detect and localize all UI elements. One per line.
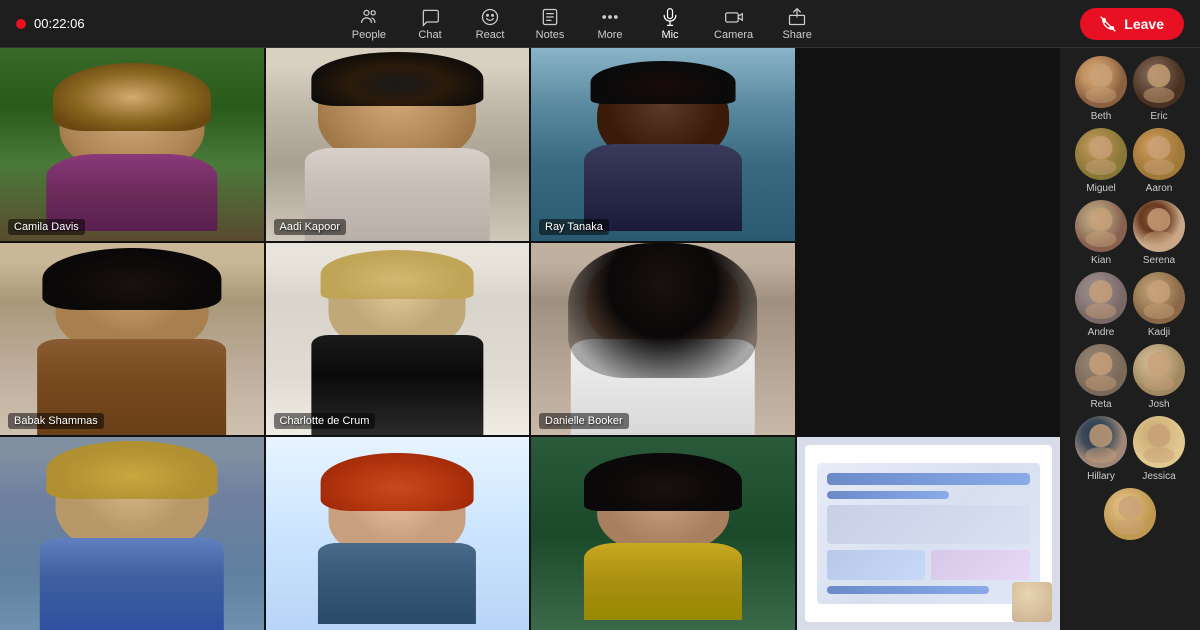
camera-icon — [724, 7, 744, 27]
mic-label: Mic — [661, 29, 678, 41]
sidebar-participant-kadji[interactable]: Kadji — [1133, 272, 1185, 338]
notes-label: Notes — [536, 29, 565, 41]
participant-camila[interactable]: Camila Davis — [0, 48, 264, 241]
participant-empty-mid — [797, 243, 1061, 436]
sidebar-participant-reta[interactable]: Reta — [1075, 344, 1127, 410]
sidebar-name-josh: Josh — [1148, 399, 1169, 410]
sidebar-name-kadji: Kadji — [1148, 327, 1170, 338]
share-label: Share — [782, 29, 811, 41]
charlotte-label: Charlotte de Crum — [274, 413, 376, 429]
sidebar-name-jessica: Jessica — [1142, 471, 1175, 482]
people-icon — [359, 7, 379, 27]
participant-danielle[interactable]: Danielle Booker — [531, 243, 795, 436]
sidebar-participant-eric[interactable]: Eric — [1133, 56, 1185, 122]
sidebar-participant-aaron[interactable]: Aaron — [1133, 128, 1185, 194]
sidebar-participant-josh[interactable]: Josh — [1133, 344, 1185, 410]
toolbar: People Chat React Notes — [342, 3, 823, 45]
avatar-josh — [1133, 344, 1185, 396]
sidebar-participant-extra[interactable] — [1104, 488, 1156, 540]
avatar-extra — [1104, 488, 1156, 540]
avatar-kadji — [1133, 272, 1185, 324]
sidebar-name-miguel: Miguel — [1086, 183, 1115, 194]
people-button[interactable]: People — [342, 3, 396, 45]
avatar-miguel — [1075, 128, 1127, 180]
main-content: Camila Davis Aadi Kapoor Ray Tanaka Baba… — [0, 48, 1200, 630]
sidebar-name-hillary: Hillary — [1087, 471, 1115, 482]
participant-aadi[interactable]: Aadi Kapoor — [266, 48, 530, 241]
avatar-jessica — [1133, 416, 1185, 468]
chat-label: Chat — [418, 29, 441, 41]
sidebar-pair-4: Reta Josh — [1060, 344, 1200, 410]
notes-button[interactable]: Notes — [524, 3, 576, 45]
extra-thumbnail — [1012, 582, 1052, 622]
mic-icon — [660, 7, 680, 27]
sidebar-participant-serena[interactable]: Serena — [1133, 200, 1185, 266]
camera-label: Camera — [714, 29, 753, 41]
participant-p7[interactable] — [0, 437, 264, 630]
leave-phone-icon — [1100, 16, 1116, 32]
react-label: React — [476, 29, 505, 41]
chat-icon — [420, 7, 440, 27]
participant-p9[interactable] — [531, 437, 795, 630]
leave-label: Leave — [1124, 16, 1164, 32]
react-icon — [480, 7, 500, 27]
chat-button[interactable]: Chat — [404, 3, 456, 45]
avatar-hillary — [1075, 416, 1127, 468]
avatar-kian — [1075, 200, 1127, 252]
danielle-label: Danielle Booker — [539, 413, 629, 429]
right-sidebar: Beth Eric Miguel Aaron Kian — [1060, 48, 1200, 630]
sidebar-participant-beth[interactable]: Beth — [1075, 56, 1127, 122]
sidebar-name-aaron: Aaron — [1146, 183, 1173, 194]
camila-label: Camila Davis — [8, 219, 85, 235]
avatar-serena — [1133, 200, 1185, 252]
share-button[interactable]: Share — [771, 3, 823, 45]
participant-screen[interactable] — [797, 437, 1061, 630]
people-label: People — [352, 29, 386, 41]
top-bar: 00:22:06 People Chat — [0, 0, 1200, 48]
share-icon — [787, 7, 807, 27]
sidebar-pair-6 — [1060, 488, 1200, 540]
more-icon — [600, 7, 620, 27]
aadi-label: Aadi Kapoor — [274, 219, 347, 235]
participant-babak[interactable]: Babak Shammas — [0, 243, 264, 436]
sidebar-name-reta: Reta — [1090, 399, 1111, 410]
participant-empty-top — [797, 48, 1061, 241]
video-grid: Camila Davis Aadi Kapoor Ray Tanaka Baba… — [0, 48, 1060, 630]
avatar-andre — [1075, 272, 1127, 324]
sidebar-pair-2: Kian Serena — [1060, 200, 1200, 266]
sidebar-name-andre: Andre — [1088, 327, 1115, 338]
sidebar-name-eric: Eric — [1150, 111, 1167, 122]
sidebar-name-kian: Kian — [1091, 255, 1111, 266]
avatar-reta — [1075, 344, 1127, 396]
recording-time: 00:22:06 — [34, 16, 85, 31]
sidebar-participant-hillary[interactable]: Hillary — [1075, 416, 1127, 482]
sidebar-participant-kian[interactable]: Kian — [1075, 200, 1127, 266]
sidebar-pair-0: Beth Eric — [1060, 56, 1200, 122]
recording-indicator: 00:22:06 — [16, 16, 85, 31]
avatar-eric — [1133, 56, 1185, 108]
avatar-beth — [1075, 56, 1127, 108]
participant-ray[interactable]: Ray Tanaka — [531, 48, 795, 241]
leave-button[interactable]: Leave — [1080, 8, 1184, 40]
more-label: More — [597, 29, 622, 41]
recording-dot — [16, 19, 26, 29]
sidebar-pair-1: Miguel Aaron — [1060, 128, 1200, 194]
sidebar-participant-miguel[interactable]: Miguel — [1075, 128, 1127, 194]
camera-button[interactable]: Camera — [704, 3, 763, 45]
notes-icon — [540, 7, 560, 27]
babak-label: Babak Shammas — [8, 413, 104, 429]
ray-label: Ray Tanaka — [539, 219, 609, 235]
react-button[interactable]: React — [464, 3, 516, 45]
participant-charlotte[interactable]: Charlotte de Crum — [266, 243, 530, 436]
sidebar-name-serena: Serena — [1143, 255, 1175, 266]
sidebar-pair-5: Hillary Jessica — [1060, 416, 1200, 482]
sidebar-pair-3: Andre Kadji — [1060, 272, 1200, 338]
sidebar-participant-jessica[interactable]: Jessica — [1133, 416, 1185, 482]
sidebar-participant-andre[interactable]: Andre — [1075, 272, 1127, 338]
participant-p8[interactable] — [266, 437, 530, 630]
avatar-aaron — [1133, 128, 1185, 180]
mic-button[interactable]: Mic — [644, 3, 696, 45]
more-button[interactable]: More — [584, 3, 636, 45]
sidebar-name-beth: Beth — [1091, 111, 1112, 122]
